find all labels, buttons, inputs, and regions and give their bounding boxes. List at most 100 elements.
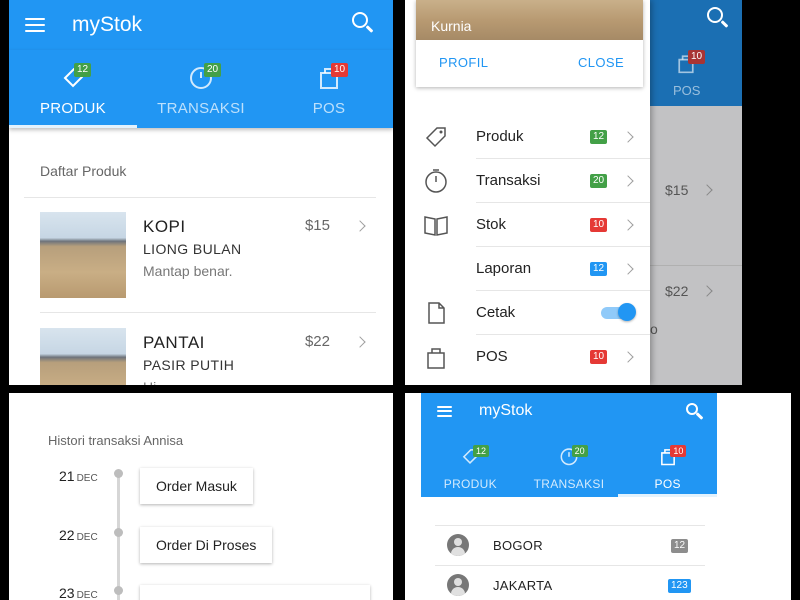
- chevron-right-icon: [701, 285, 713, 297]
- user-name: Kurnia: [431, 18, 472, 34]
- drawer-item-label: Stok: [476, 216, 507, 233]
- drawer-item-produk[interactable]: Produk 12: [405, 115, 650, 159]
- tab-badge: 10: [688, 50, 706, 64]
- tab-badge: 12: [473, 445, 490, 457]
- screen-edge: [742, 0, 791, 385]
- drawer-item-label: POS: [476, 348, 508, 365]
- timeline-card[interactable]: [140, 585, 370, 600]
- file-icon: [428, 302, 445, 324]
- app-title: myStok: [479, 402, 533, 419]
- divider: [650, 265, 742, 266]
- book-icon: [424, 216, 448, 236]
- product-row[interactable]: KOPI LIONG BULAN Mantap benar. $15: [40, 212, 376, 312]
- drawer-badge: 10: [590, 218, 608, 232]
- history-heading: Histori transaksi Annisa: [48, 433, 184, 448]
- close-button[interactable]: CLOSE: [578, 55, 624, 70]
- timeline-dot: [114, 586, 123, 595]
- tab-pos[interactable]: 10 POS: [618, 429, 718, 497]
- avatar: [447, 574, 469, 596]
- tab-transaksi[interactable]: 20 TRANSAKSI: [137, 50, 265, 128]
- drawer-badge: 20: [590, 174, 608, 188]
- tab-transaksi[interactable]: 20 TRANSAKSI: [520, 429, 619, 497]
- product-description: Mantap benar.: [143, 263, 233, 279]
- timeline-date: 22 DEC: [59, 527, 98, 543]
- navigation-drawer: Kurnia PROFIL CLOSE Produk 12 Transaksi …: [405, 0, 650, 385]
- drawer-item-laporan[interactable]: Laporan 12: [405, 247, 650, 291]
- tag-icon: [425, 127, 446, 148]
- pos-row[interactable]: BOGOR 12: [435, 525, 705, 565]
- product-thumbnail: [40, 212, 126, 298]
- tab-label: POS: [312, 100, 346, 117]
- tab-badge: 10: [670, 445, 687, 457]
- profile-card: Kurnia PROFIL CLOSE: [416, 0, 643, 87]
- drawer-item-label: Cetak: [476, 304, 516, 321]
- date-month: DEC: [76, 590, 98, 600]
- tab-pos[interactable]: 10 POS: [265, 50, 393, 128]
- pos-name: BOGOR: [493, 538, 543, 553]
- timeline-card[interactable]: Order Masuk: [140, 468, 253, 504]
- search-icon[interactable]: [352, 12, 368, 28]
- chevron-right-icon: [622, 351, 634, 363]
- app-title: myStok: [72, 13, 143, 36]
- drawer-screen: 10 POS $15 $22 o Kurnia PROFIL CLOSE Pro…: [405, 0, 791, 385]
- timeline-card[interactable]: Order Di Proses: [140, 527, 273, 563]
- drawer-badge: 10: [590, 350, 608, 364]
- chevron-right-icon: [622, 131, 634, 143]
- tab-badge: 20: [571, 445, 588, 457]
- drawer-item-stok[interactable]: Stok 10: [405, 203, 650, 247]
- search-icon: [707, 7, 723, 23]
- history-screen: Histori transaksi Annisa 21 DEC Order Mas…: [9, 393, 393, 600]
- menu-icon[interactable]: [437, 405, 452, 417]
- product-price: $15: [665, 182, 689, 198]
- tab-bar: 12 PRODUK 20 TRANSAKSI 10 POS: [9, 50, 393, 128]
- stopwatch-icon: [425, 169, 447, 193]
- product-subtitle: PASIR PUTIH: [143, 357, 235, 373]
- chevron-right-icon: [622, 219, 634, 231]
- tab-label: TRANSAKSI: [157, 100, 245, 117]
- tab-bar: 12 PRODUK 20 TRANSAKSI 10 POS: [421, 429, 718, 497]
- tab-label: POS: [673, 83, 701, 98]
- app-bar: myStok: [9, 0, 393, 50]
- product-subtitle: LIONG BULAN: [143, 241, 242, 257]
- date-day: 21: [59, 468, 75, 484]
- pos-name: JAKARTA: [493, 578, 553, 593]
- product-title: KOPI: [143, 217, 186, 236]
- chevron-right-icon: [622, 175, 634, 187]
- timeline-date: 21 DEC: [59, 468, 98, 484]
- tab-produk[interactable]: 12 PRODUK: [421, 429, 520, 497]
- product-price: $15: [304, 217, 330, 234]
- drawer-item-label: Produk: [476, 128, 524, 145]
- product-price: $22: [304, 333, 330, 350]
- tab-produk[interactable]: 12 PRODUK: [9, 50, 137, 128]
- product-row[interactable]: PANTAI PASIR PUTIH Hi $22: [40, 328, 376, 385]
- drawer-item-transaksi[interactable]: Transaksi 20: [405, 159, 650, 203]
- drawer-item-cetak[interactable]: Cetak: [405, 291, 650, 335]
- divider: [24, 197, 376, 198]
- date-month: DEC: [76, 473, 98, 484]
- drawer-item-pos[interactable]: POS 10: [405, 335, 650, 379]
- tab-badge: 12: [74, 63, 92, 77]
- date-month: DEC: [76, 532, 98, 543]
- search-icon[interactable]: [686, 403, 698, 415]
- toggle-knob[interactable]: [618, 303, 636, 321]
- timeline-dot: [114, 528, 123, 537]
- chevron-right-icon: [354, 220, 366, 232]
- chevron-right-icon: [701, 184, 713, 196]
- tab-indicator: [9, 125, 137, 128]
- pos-screen: myStok 12 PRODUK 20 TRANSAKSI 10 POS BOG…: [405, 393, 791, 600]
- product-list-screen: myStok 12 PRODUK 20 TRANSAKSI 10 POS Daf…: [9, 0, 393, 385]
- profile-button[interactable]: PROFIL: [439, 55, 488, 70]
- date-day: 22: [59, 527, 75, 543]
- product-description: Hi: [143, 379, 156, 385]
- product-price: $22: [665, 283, 689, 299]
- timeline-line: [117, 475, 120, 600]
- timeline-dot: [114, 469, 123, 478]
- menu-icon[interactable]: [25, 18, 45, 32]
- date-day: 23: [59, 585, 75, 600]
- tab-badge: 10: [331, 63, 349, 77]
- chevron-right-icon: [622, 263, 634, 275]
- product-title: PANTAI: [143, 333, 205, 352]
- product-thumbnail: [40, 328, 126, 385]
- pos-row[interactable]: JAKARTA 123: [435, 565, 705, 600]
- tab-label: PRODUK: [40, 100, 106, 117]
